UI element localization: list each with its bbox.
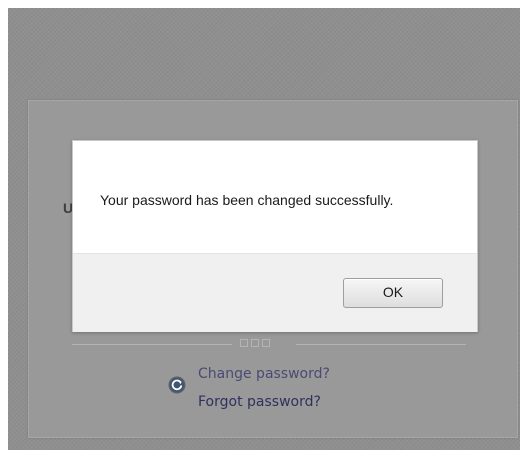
- dialog-body: Your password has been changed successfu…: [73, 141, 477, 253]
- divider-dot: [251, 339, 259, 347]
- change-password-link[interactable]: Change password?: [198, 366, 330, 382]
- success-dialog: Your password has been changed successfu…: [72, 140, 478, 332]
- refresh-icon: [168, 376, 186, 394]
- dialog-footer: OK: [73, 253, 477, 332]
- ok-button[interactable]: OK: [343, 278, 443, 308]
- divider-dot: [240, 339, 248, 347]
- divider-dot: [262, 339, 270, 347]
- divider-left: [72, 344, 232, 345]
- dialog-message: Your password has been changed successfu…: [100, 192, 394, 208]
- forgot-password-link[interactable]: Forgot password?: [198, 394, 321, 410]
- divider-right: [296, 344, 466, 345]
- divider-dots: [240, 339, 270, 347]
